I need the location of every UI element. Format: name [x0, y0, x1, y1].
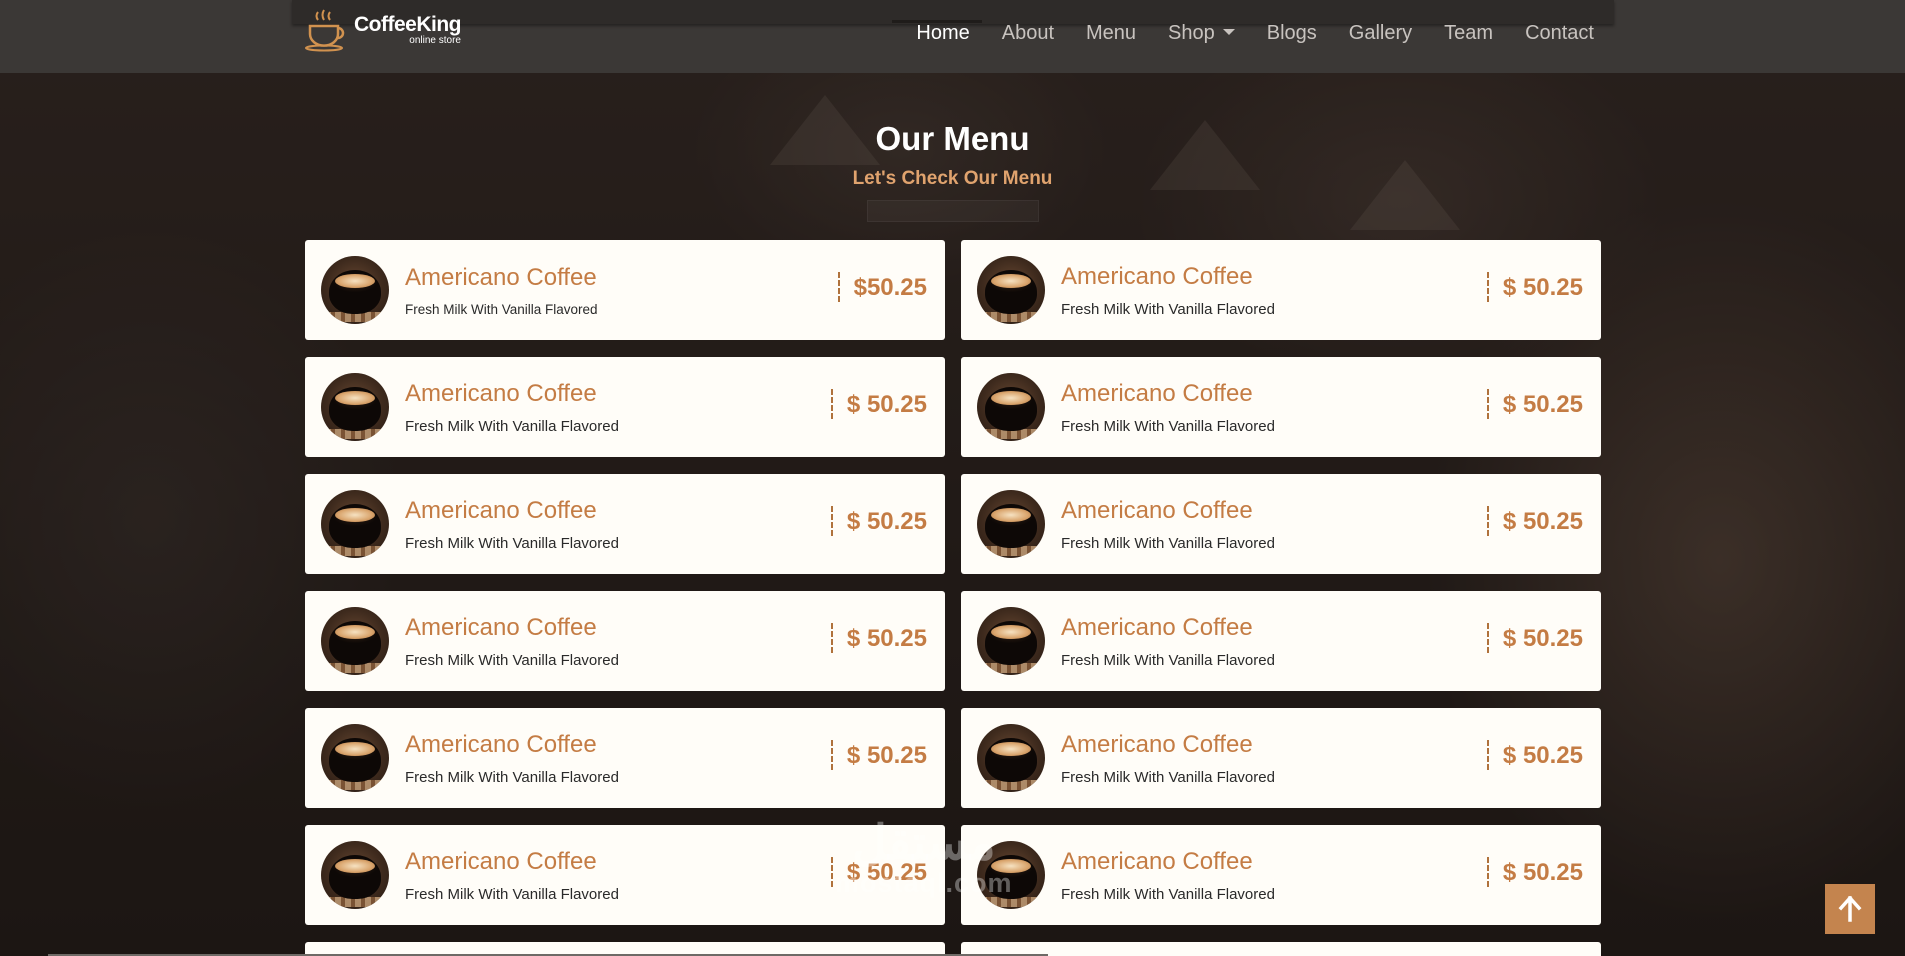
watermark: مستقل mostaql.com [835, 820, 1013, 899]
nav-menu[interactable]: Menu [1086, 22, 1136, 45]
menu-item-card[interactable]: Americano Coffee Fresh Milk With Vanilla … [305, 357, 945, 457]
nav-blogs[interactable]: Blogs [1267, 22, 1317, 45]
menu-item-price: $50.25 [837, 272, 927, 302]
watermark-arabic: مستقل [851, 817, 996, 870]
coffee-cup-photo-icon [321, 841, 389, 909]
menu-item-card[interactable]: Americano Coffee Fresh Milk With Vanilla … [961, 708, 1601, 808]
menu-item-price: $ 50.25 [830, 623, 927, 653]
coffee-cup-photo-icon [321, 724, 389, 792]
brand-name: CoffeeKing [354, 13, 462, 36]
heading-divider [866, 200, 1039, 222]
menu-item-description: Fresh Milk With Vanilla Flavored [405, 301, 598, 317]
menu-item-card[interactable]: Americano Coffee Fresh Milk With Vanilla … [961, 591, 1601, 691]
menu-item-card[interactable]: Americano Coffee Fresh Milk With Vanilla … [305, 474, 945, 574]
arrow-up-icon [1838, 896, 1862, 922]
menu-item-card[interactable]: Americano Coffee Fresh Milk With Vanilla … [961, 474, 1601, 574]
menu-item-price: $ 50.25 [830, 740, 927, 770]
coffee-cup-photo-icon [321, 256, 389, 324]
coffee-cup-photo-icon [977, 490, 1045, 558]
menu-item-card[interactable]: Americano Coffee Fresh Milk With Vanilla … [305, 240, 945, 340]
nav-contact[interactable]: Contact [1525, 22, 1594, 45]
menu-item-card[interactable]: Americano Coffee Fresh Milk With Vanilla … [961, 240, 1601, 340]
coffee-cup-photo-icon [321, 607, 389, 675]
chevron-down-icon [1222, 28, 1235, 35]
menu-item-description: Fresh Milk With Vanilla Flavored [405, 417, 619, 435]
watermark-latin: mostaql.com [835, 868, 1013, 898]
menu-item-description: Fresh Milk With Vanilla Flavored [405, 651, 619, 669]
menu-item-price: $ 50.25 [1486, 623, 1583, 653]
menu-item-price: $ 50.25 [1486, 857, 1583, 887]
menu-item-card[interactable]: Americano Coffee Fresh Milk With Vanilla … [961, 357, 1601, 457]
coffee-cup-photo-icon [977, 373, 1045, 441]
coffee-cup-photo-icon [977, 607, 1045, 675]
main-nav: Home About Menu Shop Blogs Gallery Team … [916, 22, 1594, 45]
menu-item-description: Fresh Milk With Vanilla Flavored [1061, 300, 1275, 318]
coffee-cup-photo-icon [977, 724, 1045, 792]
menu-item-card[interactable] [961, 942, 1601, 956]
menu-item-description: Fresh Milk With Vanilla Flavored [1061, 534, 1275, 552]
menu-item-card[interactable]: Americano Coffee Fresh Milk With Vanilla … [305, 591, 945, 691]
menu-item-price: $ 50.25 [830, 389, 927, 419]
menu-item-price: $ 50.25 [830, 506, 927, 536]
nav-shop-label: Shop [1168, 22, 1215, 44]
page-subtitle: Let's Check Our Menu [852, 168, 1053, 189]
scroll-to-top-button[interactable] [1825, 884, 1875, 934]
menu-section-heading: Our Menu Let's Check Our Menu [0, 120, 1905, 222]
coffee-cup-photo-icon [321, 373, 389, 441]
menu-item-card[interactable]: Americano Coffee Fresh Milk With Vanilla … [305, 708, 945, 808]
brand-logo[interactable]: CoffeeKing online store [304, 8, 462, 52]
nav-home[interactable]: Home [916, 22, 969, 45]
menu-item-price: $ 50.25 [1486, 740, 1583, 770]
nav-team[interactable]: Team [1444, 22, 1493, 45]
menu-item-card[interactable]: Americano Coffee Fresh Milk With Vanilla … [961, 825, 1601, 925]
site-header: CoffeeKing online store Home About Menu … [0, 0, 1905, 73]
coffee-cup-photo-icon [321, 490, 389, 558]
nav-shop[interactable]: Shop [1168, 22, 1235, 45]
coffee-cup-photo-icon [977, 256, 1045, 324]
page-title: Our Menu [875, 120, 1030, 157]
header-top-strip [292, 0, 1614, 24]
nav-gallery[interactable]: Gallery [1349, 22, 1412, 45]
menu-item-description: Fresh Milk With Vanilla Flavored [1061, 768, 1275, 786]
nav-about[interactable]: About [1002, 22, 1054, 45]
menu-item-description: Fresh Milk With Vanilla Flavored [405, 768, 619, 786]
menu-item-price: $ 50.25 [1486, 389, 1583, 419]
coffee-cup-icon [305, 9, 345, 52]
menu-item-description: Fresh Milk With Vanilla Flavored [1061, 651, 1275, 669]
menu-item-price: $ 50.25 [1486, 272, 1583, 302]
menu-item-description: Fresh Milk With Vanilla Flavored [1061, 885, 1275, 903]
menu-item-description: Fresh Milk With Vanilla Flavored [1061, 417, 1275, 435]
menu-item-description: Fresh Milk With Vanilla Flavored [405, 534, 619, 552]
brand-tagline: online store [409, 35, 461, 46]
menu-item-price: $ 50.25 [1486, 506, 1583, 536]
